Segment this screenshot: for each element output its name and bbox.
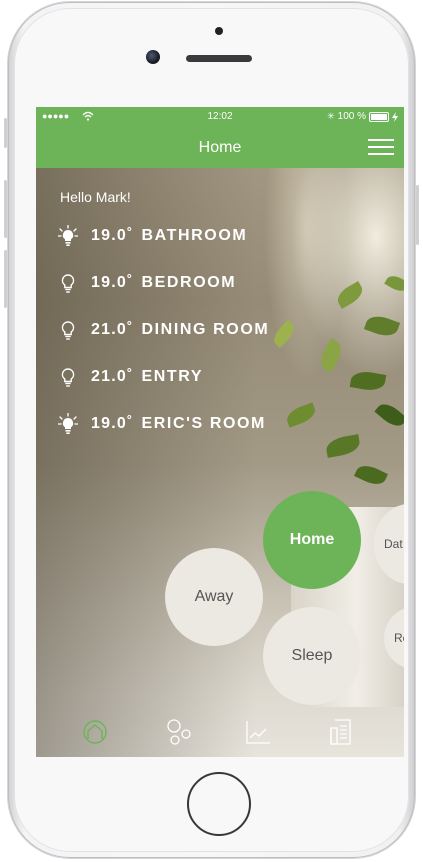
room-list: 19.0˚ BATHROOM 19.0˚ BEDROOM 21.0˚ DININ… xyxy=(58,225,269,462)
charging-icon xyxy=(392,111,398,122)
status-bar: ●●●●● 12:02 ✳ 100 % xyxy=(36,107,404,127)
tab-log[interactable] xyxy=(316,707,366,757)
room-temp: 21.0˚ xyxy=(91,368,134,385)
earpiece-speaker xyxy=(186,55,252,62)
home-tab-icon xyxy=(83,720,107,744)
room-temp: 19.0˚ xyxy=(91,415,134,432)
front-camera xyxy=(146,50,160,64)
app-screen: ●●●●● 12:02 ✳ 100 % Home Hello Mark! 19.… xyxy=(36,107,404,757)
battery-percent: 100 % xyxy=(337,111,366,122)
power-button xyxy=(416,185,419,245)
bluetooth-icon: ✳ xyxy=(327,111,335,121)
volume-up-button xyxy=(4,180,7,238)
status-right: ✳ 100 % xyxy=(327,111,398,122)
room-name: BATHROOM xyxy=(141,227,248,244)
mode-away-button[interactable]: Away xyxy=(165,548,263,646)
room-name: BEDROOM xyxy=(141,274,237,291)
room-item-entry[interactable]: 21.0˚ ENTRY xyxy=(58,368,269,415)
room-item-bathroom[interactable]: 19.0˚ BATHROOM xyxy=(58,225,269,274)
battery-icon xyxy=(369,111,389,122)
tab-bar xyxy=(36,707,404,757)
room-item-erics-room[interactable]: 19.0˚ ERIC'S ROOM xyxy=(58,413,269,462)
room-temp: 19.0˚ xyxy=(91,227,134,244)
room-name: ENTRY xyxy=(141,368,204,385)
room-temp: 19.0˚ xyxy=(91,274,134,291)
volume-down-button xyxy=(4,250,7,308)
rooms-tab-icon xyxy=(167,719,191,745)
bulb-off-icon xyxy=(61,368,75,387)
tab-home[interactable] xyxy=(70,707,120,757)
bulb-off-icon xyxy=(61,274,75,293)
tab-stats[interactable] xyxy=(233,707,283,757)
room-name: ERIC'S ROOM xyxy=(141,415,266,432)
proximity-sensor xyxy=(215,27,223,35)
hamburger-menu-icon[interactable] xyxy=(368,136,394,158)
room-item-bedroom[interactable]: 19.0˚ BEDROOM xyxy=(58,274,269,321)
room-item-dining-room[interactable]: 21.0˚ DINING ROOM xyxy=(58,321,269,368)
greeting-text: Hello Mark! xyxy=(60,189,131,205)
stats-tab-icon xyxy=(246,721,270,744)
bulb-on-icon xyxy=(58,225,78,246)
log-tab-icon xyxy=(330,719,351,745)
tab-rooms[interactable] xyxy=(154,707,204,757)
mode-home-button[interactable]: Home xyxy=(263,491,361,589)
hardware-home-button[interactable] xyxy=(187,772,251,836)
mode-sleep-button[interactable]: Sleep xyxy=(263,607,361,705)
room-temp: 21.0˚ xyxy=(91,321,134,338)
bulb-off-icon xyxy=(61,321,75,340)
nav-bar: Home xyxy=(36,127,404,168)
bulb-on-icon xyxy=(58,413,78,434)
page-title: Home xyxy=(198,139,242,156)
mute-switch xyxy=(4,118,7,148)
room-name: DINING ROOM xyxy=(141,321,270,338)
